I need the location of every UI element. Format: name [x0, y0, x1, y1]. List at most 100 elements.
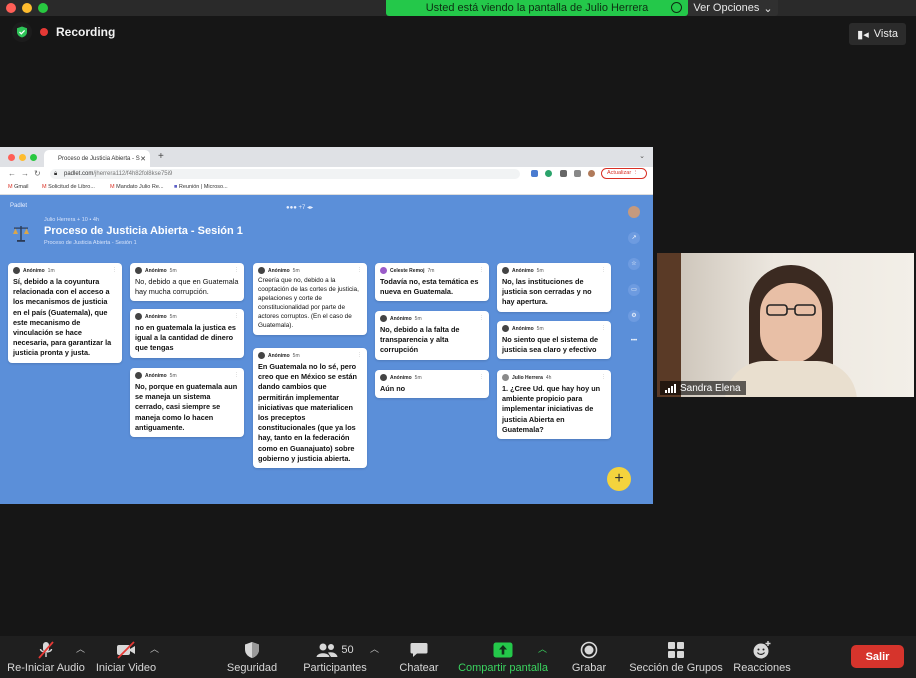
settings-icon[interactable]: ⚙	[628, 310, 640, 322]
post-menu-icon[interactable]: ⋮	[112, 267, 117, 273]
profile-avatar[interactable]	[588, 170, 595, 177]
post-card[interactable]: Anónimo 5m ⋮ no en guatemala la justica es…	[130, 309, 244, 358]
forward-arrow-icon[interactable]: →	[21, 169, 29, 178]
participant-video-tile[interactable]	[657, 253, 914, 397]
url-domain: padlet.com	[64, 171, 94, 177]
browser-minimize-icon	[19, 154, 26, 161]
browser-tab[interactable]: Proceso de Justicia Abierta - S ✕	[44, 150, 150, 167]
post-menu-icon[interactable]: ⋮	[234, 372, 239, 378]
more-icon[interactable]: •••	[628, 335, 640, 347]
url-bar[interactable]: 🔒︎ padlet.com/jherrera112/f4h82fol8kse75…	[50, 169, 520, 179]
share-screen-button[interactable]: Compartir pantalla	[458, 640, 548, 676]
participants-options-caret-icon[interactable]: ︿	[370, 642, 379, 655]
participant-name-tag: Sandra Elena	[660, 381, 746, 395]
reactions-button-label: Reacciones	[733, 662, 791, 674]
extension-icon[interactable]	[531, 170, 538, 177]
stop-share-icon[interactable]	[671, 2, 682, 13]
post-text: No, debido a la falta de transparencia y…	[380, 325, 460, 355]
share-screen-button-label: Compartir pantalla	[458, 662, 548, 674]
view-button[interactable]: ▮◂ Vista	[849, 23, 906, 45]
slideshow-icon[interactable]: ▭	[628, 284, 640, 296]
smiley-reaction-icon	[753, 641, 771, 659]
add-post-button[interactable]: +	[607, 467, 631, 491]
post-menu-icon[interactable]: ⋮	[234, 313, 239, 319]
audio-options-caret-icon[interactable]: ︿	[76, 642, 85, 655]
reactions-button[interactable]: Reacciones	[733, 640, 791, 676]
new-tab-icon[interactable]: +	[158, 151, 164, 162]
post-menu-icon[interactable]: ⋮	[601, 267, 606, 273]
security-button-label: Seguridad	[226, 662, 278, 674]
padlet-logo[interactable]: Padlet	[10, 203, 27, 209]
breakout-rooms-button[interactable]: Sección de Grupos	[629, 640, 723, 676]
participants-button[interactable]: 50 Participantes	[302, 640, 368, 676]
post-card[interactable]: Celeste Remoj 7m ⋮ Todavía no, esta temáti…	[375, 263, 489, 302]
bookmark-reunion[interactable]: ■ Reunión | Microso...	[174, 184, 228, 190]
author-avatar-icon	[380, 374, 387, 381]
view-button-label: Vista	[873, 28, 898, 40]
security-button[interactable]: Seguridad	[224, 640, 280, 676]
video-options-caret-icon[interactable]: ︿	[150, 642, 159, 655]
update-button[interactable]: Actualizar ⋮	[601, 168, 647, 179]
post-menu-icon[interactable]: ⋮	[601, 374, 606, 380]
minimize-window-button[interactable]	[22, 3, 32, 13]
post-card[interactable]: Anónimo 1m ⋮ Sí, debido a la coyuntura rel…	[8, 263, 122, 363]
security-shield-icon[interactable]	[12, 22, 32, 42]
audio-button[interactable]: Re-Iniciar Audio	[7, 640, 85, 676]
maximize-window-button[interactable]	[38, 3, 48, 13]
extension-icon[interactable]	[545, 170, 552, 177]
back-arrow-icon[interactable]: ←	[8, 169, 16, 178]
view-options-label: Ver Opciones	[693, 2, 760, 14]
post-card[interactable]: Julio Herrera 4h ⋮ 1. ¿Cree Ud. que hay ho…	[497, 370, 611, 440]
address-row: ← → ↻ 🔒︎ padlet.com/jherrera112/f4h82fol…	[0, 167, 653, 181]
padlet-board: Padlet ●●● +7 ◂▸ Julio Herrera + 10 • 4h…	[0, 195, 653, 504]
user-avatar[interactable]	[628, 206, 640, 218]
post-card[interactable]: Anónimo 5m ⋮ Aún no	[375, 370, 489, 399]
breakout-rooms-icon	[668, 642, 684, 658]
author-avatar-icon	[13, 267, 20, 274]
record-icon	[580, 641, 598, 659]
view-options-button[interactable]: Ver Opciones ⌄	[688, 0, 778, 16]
participant-face	[760, 283, 822, 363]
post-card[interactable]: Anónimo 5m ⋮ No, debido a que en Guatemala…	[130, 263, 244, 302]
tab-list-chevron-icon[interactable]: ⌄	[639, 152, 645, 160]
post-menu-icon[interactable]: ⋮	[479, 315, 484, 321]
post-menu-icon[interactable]: ⋮	[357, 352, 362, 358]
post-text: Todavía no, esta temática es nueva en Gu…	[380, 277, 479, 297]
puzzle-icon[interactable]	[560, 170, 567, 177]
tab-close-icon[interactable]: ✕	[140, 155, 146, 163]
sidebar-icon[interactable]	[574, 170, 581, 177]
record-button[interactable]: Grabar	[568, 640, 610, 676]
bookmark-solicitud[interactable]: M Solicitud de Libro...	[42, 184, 95, 190]
post-text: Aún no	[380, 384, 406, 393]
post-menu-icon[interactable]: ⋮	[479, 267, 484, 273]
post-menu-icon[interactable]: ⋮	[601, 325, 606, 331]
post-card[interactable]: Anónimo 5m ⋮ En Guatemala no lo sé, pero c…	[253, 348, 367, 469]
glasses-icon	[766, 304, 816, 316]
post-text: No, porque en guatemala aun se maneja un…	[135, 382, 238, 432]
post-card[interactable]: Anónimo 5m ⋮ No, las instituciones de just…	[497, 263, 611, 312]
post-card[interactable]: Anónimo 5m ⋮ Creería que no, debido a la c…	[253, 263, 367, 335]
post-menu-icon[interactable]: ⋮	[479, 374, 484, 380]
audio-button-label: Re-Iniciar Audio	[7, 662, 85, 674]
chevron-down-icon: ⌄	[763, 2, 773, 15]
update-button-label: Actualizar	[607, 170, 632, 176]
bookmark-gmail[interactable]: M Gmail	[8, 184, 29, 190]
author-avatar-icon	[502, 325, 509, 332]
post-card[interactable]: Anónimo 5m ⋮ No, porque en guatemala aun s…	[130, 368, 244, 438]
video-button[interactable]: Iniciar Video	[96, 640, 156, 676]
reload-icon[interactable]: ↻	[34, 169, 41, 178]
post-menu-icon[interactable]: ⋮	[357, 267, 362, 273]
close-window-button[interactable]	[6, 3, 16, 13]
star-icon[interactable]: ☆	[628, 258, 640, 270]
chat-button[interactable]: Chatear	[398, 640, 440, 676]
leave-meeting-button[interactable]: Salir	[851, 645, 904, 668]
browser-maximize-icon	[30, 154, 37, 161]
share-icon[interactable]: ↗	[628, 232, 640, 244]
post-text: Sí, debido a la coyuntura relacionada co…	[13, 277, 112, 358]
post-card[interactable]: Anónimo 5m ⋮ No siento que el sistema de j…	[497, 321, 611, 360]
post-card[interactable]: Anónimo 5m ⋮ No, debido a la falta de tran…	[375, 311, 489, 360]
tab-title: Proceso de Justicia Abierta - S	[58, 155, 140, 162]
post-menu-icon[interactable]: ⋮	[234, 267, 239, 273]
bookmark-mandato[interactable]: M Mandato Julio Re...	[110, 184, 164, 190]
share-options-caret-icon[interactable]: ︿	[538, 642, 547, 655]
